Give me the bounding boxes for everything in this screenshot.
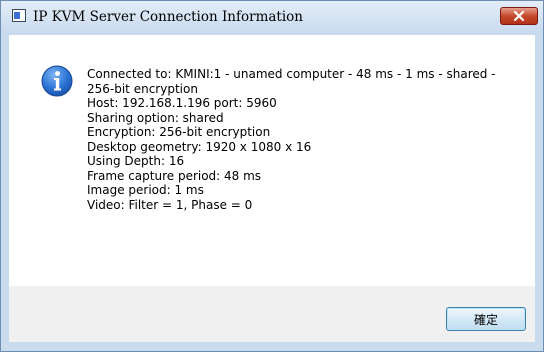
info-line-frame-period: Frame capture period: 48 ms <box>87 168 262 183</box>
window-title: IP KVM Server Connection Information <box>33 9 303 25</box>
info-line-sharing: Sharing option: shared <box>87 110 224 125</box>
info-line-host: Host: 192.168.1.196 port: 5960 <box>87 96 277 110</box>
close-icon <box>513 11 525 21</box>
dialog-window: IP KVM Server Connection Information Con… <box>0 0 544 352</box>
app-window-icon <box>12 9 26 22</box>
title-bar[interactable]: IP KVM Server Connection Information <box>1 1 543 34</box>
info-line-image-period: Image period: 1 ms <box>87 183 204 197</box>
message-area: Connected to: KMINI:1 - unamed computer … <box>9 35 535 286</box>
info-line-connected: Connected to: KMINI:1 - unamed computer … <box>87 67 496 96</box>
button-bar: 確定 <box>9 286 535 342</box>
info-icon <box>41 65 73 97</box>
info-line-encryption: Encryption: 256-bit encryption <box>87 125 271 139</box>
info-line-geometry: Desktop geometry: 1920 x 1080 x 16 <box>87 139 312 154</box>
info-line-video: Video: Filter = 1, Phase = 0 <box>87 197 253 212</box>
ok-button[interactable]: 確定 <box>446 307 526 331</box>
info-line-depth: Using Depth: 16 <box>87 154 185 168</box>
connection-info: Connected to: KMINI:1 - unamed computer … <box>87 67 519 212</box>
close-button[interactable] <box>500 7 538 25</box>
